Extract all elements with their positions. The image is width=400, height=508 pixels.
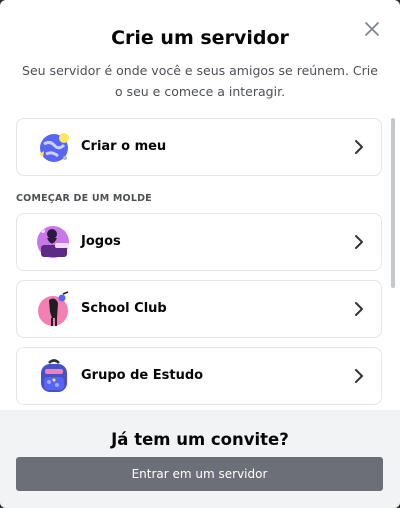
- create-own-label: Criar o meu: [81, 139, 167, 154]
- chevron-right-icon: [355, 140, 363, 154]
- chevron-right-icon: [355, 235, 363, 249]
- options-list: Criar o meu COMEÇAR DE UM MOLDE Jogos Sc…: [0, 118, 400, 410]
- scrollbar[interactable]: [391, 118, 395, 288]
- create-own-button[interactable]: Criar o meu: [16, 118, 382, 176]
- template-school-club-label: School Club: [81, 301, 167, 316]
- chevron-right-icon: [355, 369, 363, 383]
- modal-title: Crie um servidor: [111, 27, 289, 49]
- backpack-icon: [41, 359, 67, 392]
- globe-icon: [39, 133, 69, 162]
- modal-footer: Já tem um convite? Entrar em um servidor: [0, 410, 400, 508]
- gaming-icon: [37, 226, 69, 258]
- templates-section-label: COMEÇAR DE UM MOLDE: [16, 193, 152, 204]
- template-study-group[interactable]: Grupo de Estudo: [16, 347, 382, 405]
- join-server-button[interactable]: Entrar em um servidor: [16, 457, 383, 491]
- template-school-club[interactable]: School Club: [16, 280, 382, 338]
- template-gaming[interactable]: Jogos: [16, 213, 382, 271]
- create-server-modal: Crie um servidor Seu servidor é onde voc…: [0, 0, 400, 508]
- invite-heading: Já tem um convite?: [111, 430, 289, 449]
- template-gaming-label: Jogos: [81, 234, 121, 249]
- template-study-group-label: Grupo de Estudo: [81, 368, 204, 383]
- chevron-right-icon: [355, 302, 363, 316]
- modal-subtitle: Seu servidor é onde você e seus amigos s…: [22, 63, 378, 99]
- school-club-icon: [38, 291, 69, 326]
